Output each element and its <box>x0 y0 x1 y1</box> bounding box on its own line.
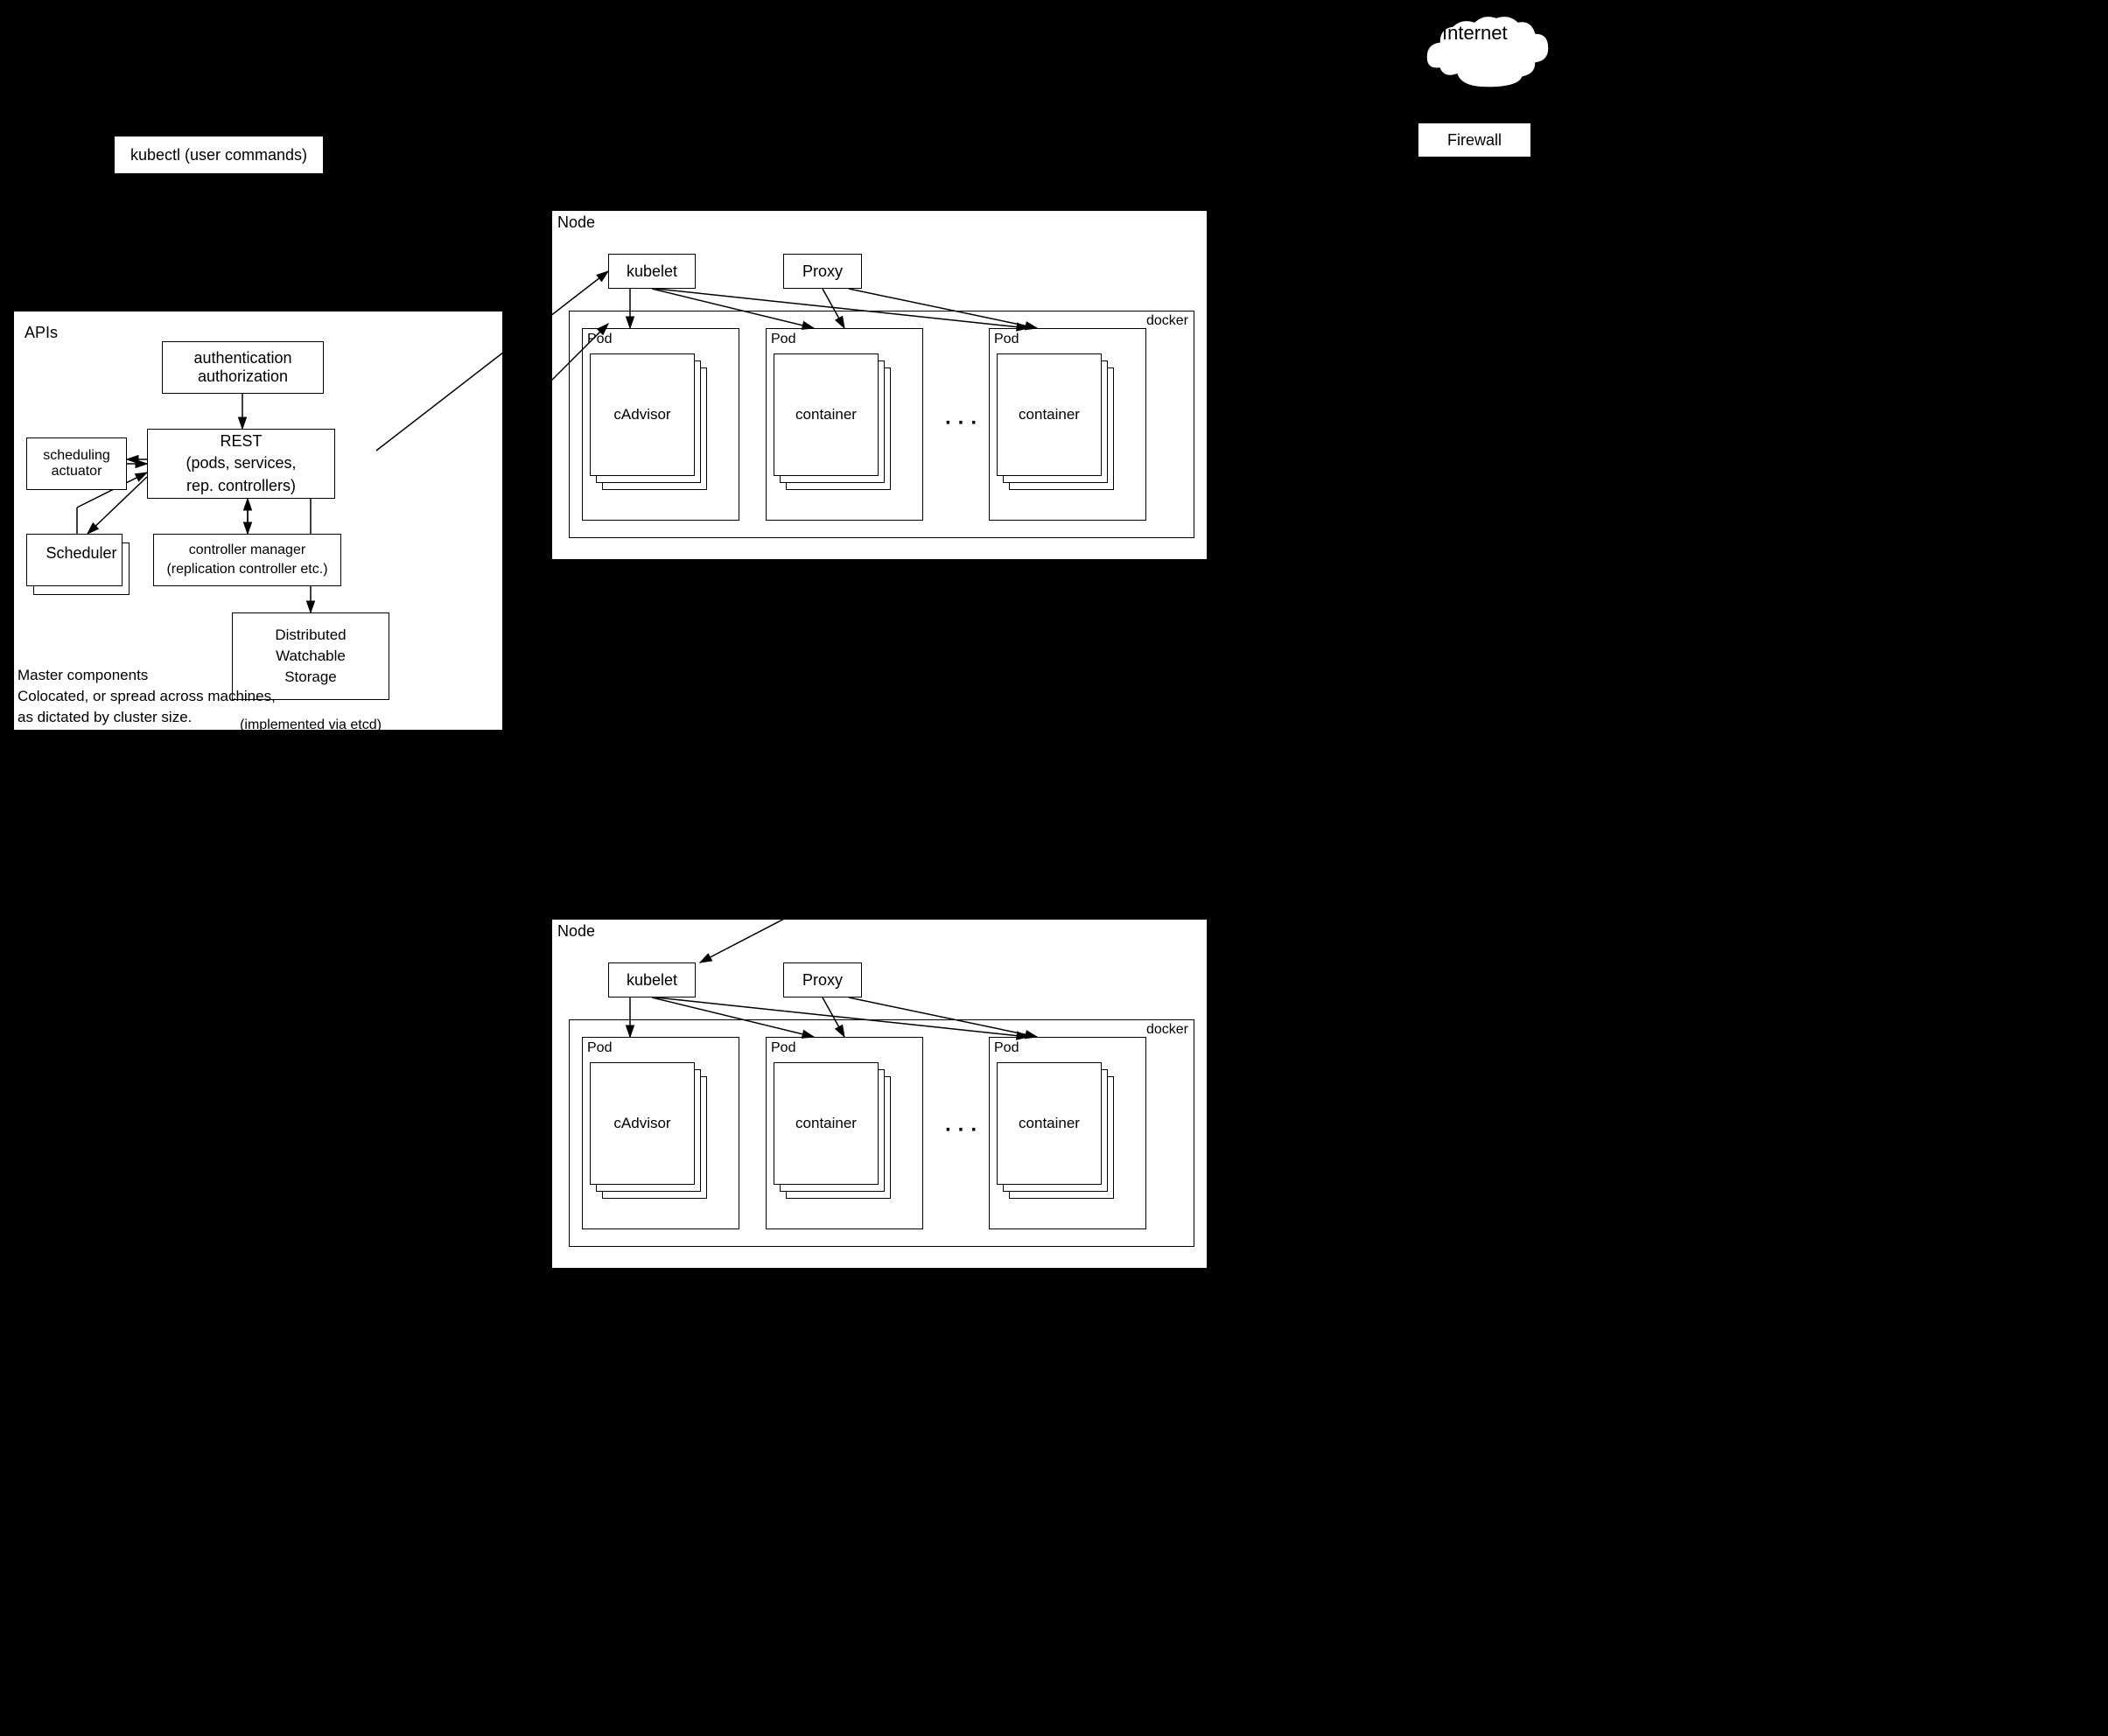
firewall-box: Firewall <box>1418 122 1531 158</box>
sched-act-label: scheduling actuator <box>43 448 110 480</box>
auth-label: authentication authorization <box>193 349 291 386</box>
kubectl-box: kubectl (user commands) <box>114 136 324 174</box>
master-label: Master components Colocated, or spread a… <box>18 665 276 727</box>
container2-top-label: container <box>795 406 857 424</box>
dots-top: · · · <box>945 411 977 436</box>
docker-bottom-label: docker <box>1146 1022 1188 1038</box>
pod2-bottom-label: Pod <box>771 1040 795 1056</box>
cadvisor-bottom-label: cAdvisor <box>613 1115 670 1132</box>
cadvisor-bottom-box1: cAdvisor <box>590 1062 695 1185</box>
kubectl-label: kubectl (user commands) <box>130 146 307 164</box>
firewall-label: Firewall <box>1447 131 1502 150</box>
dws-label: Distributed Watchable Storage <box>275 625 346 687</box>
kubelet-bottom-label: kubelet <box>627 971 677 990</box>
docker-top-label: docker <box>1146 313 1188 329</box>
pod1-top-label: Pod <box>587 332 612 347</box>
container2-top-box1: container <box>774 354 879 476</box>
container2-bottom-label: container <box>795 1115 857 1132</box>
container3-bottom-label: container <box>1019 1115 1080 1132</box>
pod3-top-label: Pod <box>994 332 1019 347</box>
auth-box: authentication authorization <box>162 341 324 394</box>
proxy-bottom-label: Proxy <box>802 971 843 990</box>
internet-label: Internet <box>1442 22 1508 45</box>
proxy-bottom-box: Proxy <box>783 962 862 998</box>
apis-label: APIs <box>25 324 58 342</box>
pod1-bottom-label: Pod <box>587 1040 612 1056</box>
rest-box: REST (pods, services, rep. controllers) <box>147 429 335 499</box>
container3-top-label: container <box>1019 406 1080 424</box>
container3-top-box1: container <box>997 354 1102 476</box>
container2-bottom-box1: container <box>774 1062 879 1185</box>
node1-label: Node <box>557 214 595 232</box>
cadvisor-top-label: cAdvisor <box>613 406 670 424</box>
container3-bottom-box1: container <box>997 1062 1102 1185</box>
kubelet-top-label: kubelet <box>627 262 677 281</box>
sched-act-box: scheduling actuator <box>26 438 127 490</box>
proxy-top-label: Proxy <box>802 262 843 281</box>
ctrl-mgr-label: controller manager (replication controll… <box>166 541 327 580</box>
kubelet-bottom-box: kubelet <box>608 962 696 998</box>
proxy-top-box: Proxy <box>783 254 862 289</box>
pod2-top-label: Pod <box>771 332 795 347</box>
scheduler-label: Scheduler <box>39 544 123 563</box>
rest-label: REST (pods, services, rep. controllers) <box>186 430 296 497</box>
cadvisor-top-box1: cAdvisor <box>590 354 695 476</box>
pod3-bottom-label: Pod <box>994 1040 1019 1056</box>
kubelet-top-box: kubelet <box>608 254 696 289</box>
dots-bottom: · · · <box>945 1118 977 1143</box>
node2-label: Node <box>557 922 595 941</box>
ctrl-mgr-box: controller manager (replication controll… <box>153 534 341 586</box>
